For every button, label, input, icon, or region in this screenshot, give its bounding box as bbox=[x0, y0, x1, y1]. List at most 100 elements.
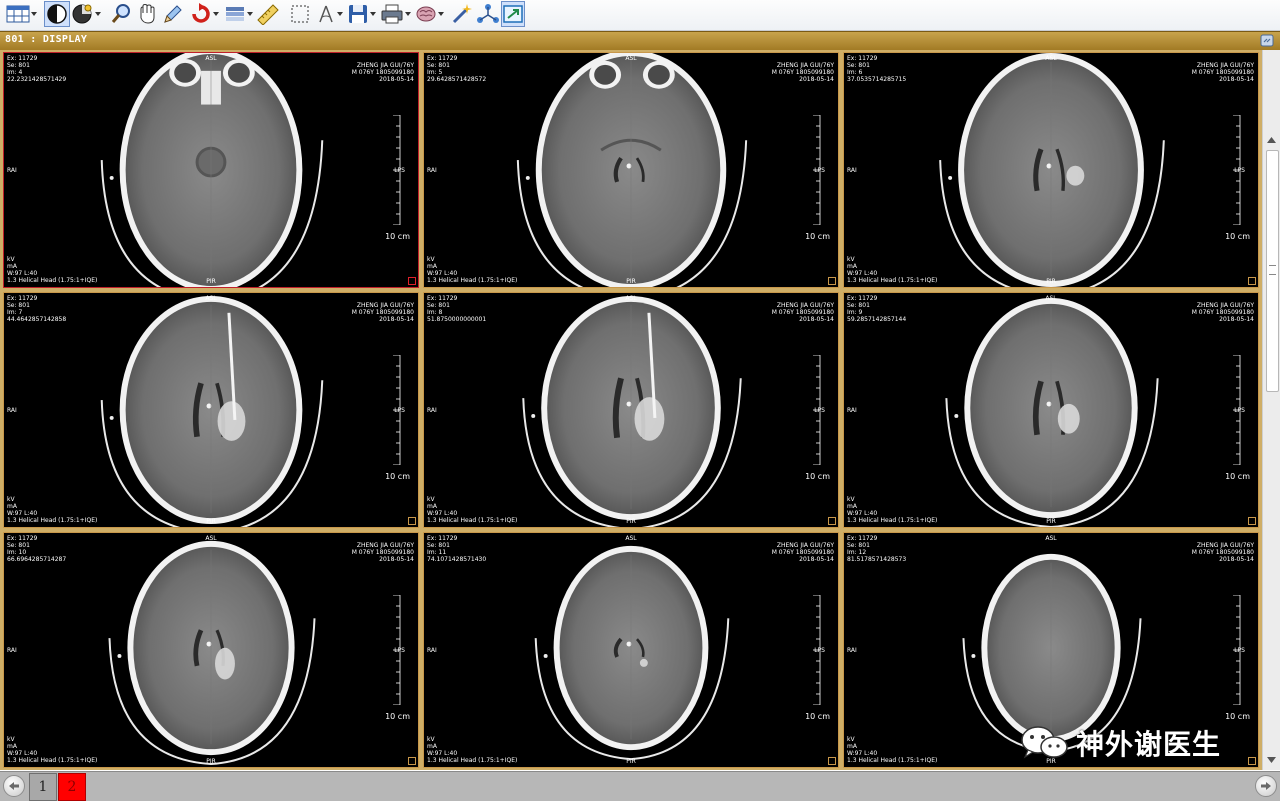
exam-number: Ex: 11729 bbox=[427, 535, 458, 542]
ct-scan-image bbox=[108, 540, 316, 766]
previous-page-button[interactable] bbox=[3, 775, 25, 797]
image-viewport[interactable]: ASL Ex: 11729 Se: 801 Im: 4 22.2321428571429… bbox=[0, 50, 1262, 770]
color-palette-button[interactable] bbox=[72, 2, 102, 26]
tile-corner-handle[interactable] bbox=[1248, 757, 1256, 765]
scale-label: 10 cm bbox=[385, 472, 410, 481]
patient-id: M 076Y 1805099180 bbox=[1191, 549, 1254, 556]
ma-label: mA bbox=[7, 743, 17, 750]
ct-image-tile[interactable]: ASL Ex: 11729 Se: 801 Im: 8 51.8750000000001… bbox=[423, 292, 839, 528]
orientation-bottom: PIR bbox=[206, 758, 216, 765]
patient-id: M 076Y 1805099180 bbox=[771, 69, 834, 76]
ct-scan-image bbox=[939, 53, 1165, 287]
study-date: 2018-05-14 bbox=[379, 76, 414, 83]
tile-corner-handle[interactable] bbox=[1248, 517, 1256, 525]
study-date: 2018-05-14 bbox=[799, 76, 834, 83]
pan-hand-icon bbox=[140, 3, 155, 24]
zoom-magnifier-icon bbox=[111, 4, 130, 23]
arrow-up-icon bbox=[1267, 137, 1276, 143]
page-tab-1[interactable]: 1 bbox=[29, 773, 57, 801]
brain-3d-button[interactable] bbox=[415, 2, 445, 26]
ct-image-tile[interactable]: ASL Ex: 11729 Se: 801 Im: 11 74.107142857143… bbox=[423, 532, 839, 768]
link-icon[interactable] bbox=[1260, 34, 1274, 47]
magic-wand-button[interactable] bbox=[450, 2, 474, 26]
layers-button[interactable] bbox=[224, 2, 254, 26]
patient-id: M 076Y 1805099180 bbox=[771, 309, 834, 316]
scroll-down-button[interactable] bbox=[1263, 752, 1280, 768]
patient-info: ZHENG JIA GUI/76Y M 076Y 1805099180 2018-0… bbox=[772, 542, 834, 563]
slice-position: 51.8750000000001 bbox=[427, 316, 487, 323]
patient-info: ZHENG JIA GUI/76Y M 076Y 1805099180 2018-0… bbox=[352, 62, 414, 83]
angle-measure-button[interactable] bbox=[316, 2, 344, 26]
network-link-button[interactable] bbox=[476, 2, 500, 26]
slice-position: 66.6964285714287 bbox=[7, 556, 67, 563]
tile-corner-handle[interactable] bbox=[1248, 277, 1256, 285]
slice-position: 81.5178571428573 bbox=[847, 556, 907, 563]
tile-corner-handle[interactable] bbox=[828, 757, 836, 765]
tile-corner-handle[interactable] bbox=[828, 517, 836, 525]
window-level-button[interactable] bbox=[44, 1, 70, 27]
watermark-text: 神外谢医生 bbox=[1076, 728, 1222, 761]
ct-scan-image bbox=[100, 295, 324, 527]
rotate-button[interactable] bbox=[190, 2, 220, 26]
orientation-left: RAI bbox=[7, 167, 17, 174]
ma-label: mA bbox=[847, 743, 857, 750]
window-level: W:97 L:40 bbox=[427, 270, 458, 277]
save-button[interactable] bbox=[347, 2, 377, 26]
tile-corner-handle[interactable] bbox=[828, 277, 836, 285]
ct-image-tile[interactable]: ASL Ex: 11729 Se: 801 Im: 6 37.0535714285715… bbox=[843, 52, 1259, 288]
scroll-up-button[interactable] bbox=[1263, 132, 1280, 148]
window-level: W:97 L:40 bbox=[847, 750, 878, 757]
patient-info: ZHENG JIA GUI/76Y M 076Y 1805099180 2018-0… bbox=[772, 302, 834, 323]
patient-name: ZHENG JIA GUI/76Y bbox=[1196, 302, 1254, 309]
page-tab-2[interactable]: 2 bbox=[58, 773, 86, 801]
zoom-button[interactable] bbox=[110, 2, 132, 26]
orientation-left: RAI bbox=[847, 647, 857, 654]
scroll-thumb[interactable] bbox=[1266, 150, 1279, 392]
layout-grid-button[interactable] bbox=[6, 2, 38, 26]
fullscreen-export-button[interactable] bbox=[501, 1, 525, 27]
ma-label: mA bbox=[427, 503, 437, 510]
ruler-measure-icon bbox=[257, 4, 279, 25]
patient-id: M 076Y 1805099180 bbox=[351, 69, 414, 76]
kv-label: kV bbox=[427, 496, 435, 503]
window-level: W:97 L:40 bbox=[847, 510, 878, 517]
ct-image-tile[interactable]: ASL Ex: 11729 Se: 801 Im: 10 66.696428571428… bbox=[3, 532, 419, 768]
image-info-left: Ex: 11729 Se: 801 Im: 9 59.2857142857144 bbox=[847, 295, 906, 323]
ct-image-tile[interactable]: ASL Ex: 11729 Se: 801 Im: 4 22.2321428571429… bbox=[3, 52, 419, 288]
vertical-scrollbar[interactable] bbox=[1262, 50, 1280, 770]
window-level: W:97 L:40 bbox=[427, 510, 458, 517]
orientation-left: RAI bbox=[7, 407, 17, 414]
window-level: W:97 L:40 bbox=[7, 510, 38, 517]
scale-label: 10 cm bbox=[1225, 472, 1250, 481]
display-title-bar: 801 : DISPLAY bbox=[0, 31, 1280, 51]
next-page-button[interactable] bbox=[1255, 775, 1277, 797]
measure-button[interactable] bbox=[256, 2, 280, 26]
tile-corner-handle[interactable] bbox=[408, 757, 416, 765]
window-level-icon bbox=[47, 4, 67, 24]
image-number: Im: 9 bbox=[847, 309, 863, 316]
series-number: Se: 801 bbox=[7, 302, 30, 309]
slice-position: 22.2321428571429 bbox=[7, 76, 67, 83]
scale-label: 10 cm bbox=[805, 712, 830, 721]
kv-label: kV bbox=[847, 496, 855, 503]
annotate-button[interactable] bbox=[162, 2, 184, 26]
series-number: Se: 801 bbox=[847, 62, 870, 69]
exam-number: Ex: 11729 bbox=[847, 55, 878, 62]
ct-image-tile[interactable]: ASL Ex: 11729 Se: 801 Im: 7 44.4642857142858… bbox=[3, 292, 419, 528]
ct-image-tile[interactable]: ASL Ex: 11729 Se: 801 Im: 5 29.6428571428572… bbox=[423, 52, 839, 288]
slice-position: 74.1071428571430 bbox=[427, 556, 487, 563]
orientation-right: LPS bbox=[814, 167, 825, 174]
exam-number: Ex: 11729 bbox=[847, 295, 878, 302]
ma-label: mA bbox=[7, 263, 17, 270]
study-date: 2018-05-14 bbox=[1219, 76, 1254, 83]
orientation-right: LPS bbox=[814, 407, 825, 414]
tile-corner-handle[interactable] bbox=[408, 277, 416, 285]
orientation-bottom: PIR bbox=[1046, 518, 1056, 525]
orientation-right: LPS bbox=[394, 647, 405, 654]
pan-button[interactable] bbox=[136, 2, 158, 26]
print-button[interactable] bbox=[380, 2, 412, 26]
tile-corner-handle[interactable] bbox=[408, 517, 416, 525]
region-select-button[interactable] bbox=[289, 2, 311, 26]
ct-image-tile[interactable]: ASL Ex: 11729 Se: 801 Im: 9 59.2857142857144… bbox=[843, 292, 1259, 528]
window-level: W:97 L:40 bbox=[427, 750, 458, 757]
